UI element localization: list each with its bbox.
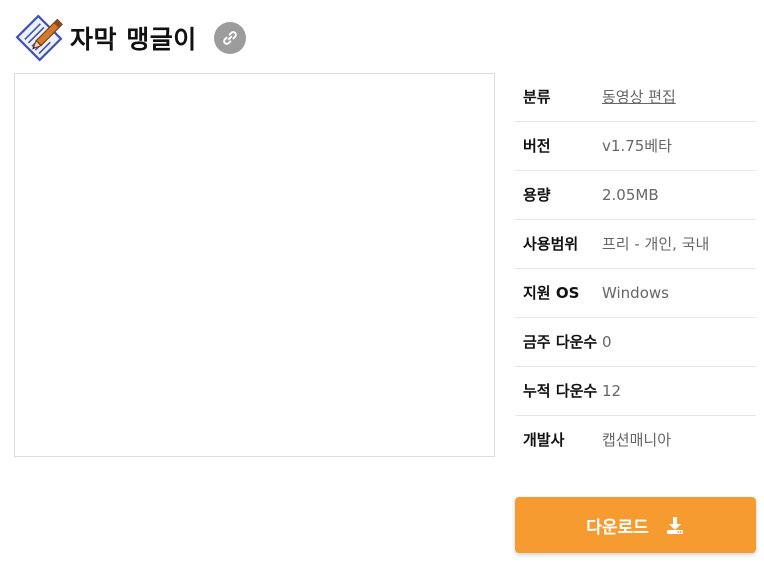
info-row-license: 사용범위 프리 - 개인, 국내 [515,220,756,269]
app-screenshot-area [14,73,495,457]
app-info-table: 분류 동영상 편집 버전 v1.75베타 용량 2.05MB 사용범위 프리 -… [515,73,756,464]
info-row-os: 지원 OS Windows [515,269,756,318]
info-value: 12 [602,382,622,400]
info-row-weekly-downloads: 금주 다운수 0 [515,318,756,367]
info-label: 분류 [523,88,551,106]
info-row-version: 버전 v1.75베타 [515,122,756,171]
link-icon [222,31,237,45]
info-label: 사용범위 [523,235,579,253]
info-value: Windows [602,284,669,302]
download-button-label: 다운로드 [586,517,649,538]
copy-link-button[interactable] [213,22,246,54]
info-value: 캡션매니아 [602,431,672,449]
download-icon [665,515,685,535]
info-value: 0 [602,333,612,351]
info-label: 지원 OS [523,284,580,302]
info-value: v1.75베타 [602,137,672,155]
info-value: 2.05MB [602,186,659,204]
info-row-size: 용량 2.05MB [515,171,756,220]
app-detail-page: 자막 맹글이 분류 동영상 편집 버전 v1.75베타 용량 2.05MB 사용… [0,0,764,565]
app-header: 자막 맹글이 [14,12,246,64]
info-label: 용량 [523,186,551,204]
info-label: 금주 다운수 [523,333,598,351]
pen-and-paper-icon [15,14,63,62]
info-label: 개발사 [523,431,565,449]
download-button[interactable]: 다운로드 [515,497,756,553]
info-row-total-downloads: 누적 다운수 12 [515,367,756,416]
info-label: 버전 [523,137,551,155]
info-value: 프리 - 개인, 국내 [602,235,710,253]
info-label: 누적 다운수 [523,382,598,400]
info-row-developer: 개발사 캡션매니아 [515,416,756,464]
app-title: 자막 맹글이 [70,25,197,54]
info-row-category: 분류 동영상 편집 [515,73,756,122]
category-link[interactable]: 동영상 편집 [602,85,756,109]
